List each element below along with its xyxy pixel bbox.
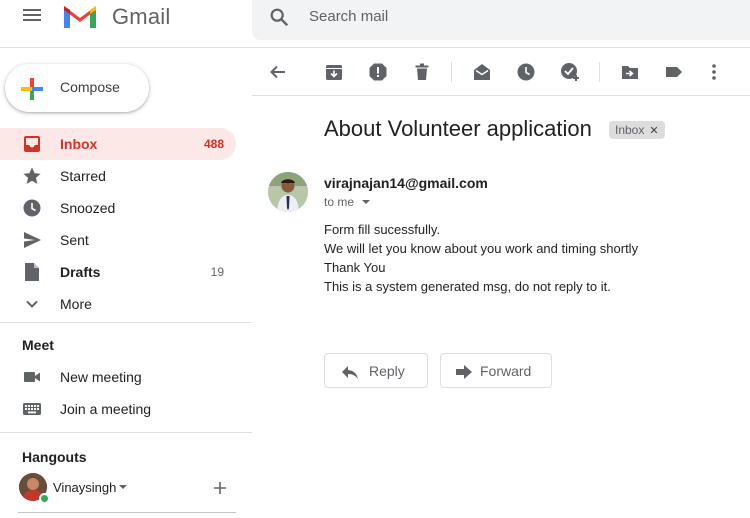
more-vert-icon[interactable] (704, 62, 724, 82)
reply-icon (342, 366, 358, 379)
message-toolbar (252, 48, 750, 96)
sidebar-item-drafts[interactable]: Drafts 19 (0, 256, 236, 288)
message-subject: About Volunteer application (324, 116, 592, 141)
inbox-icon (24, 136, 40, 152)
search-icon[interactable] (268, 6, 290, 28)
message-body-line: Form fill sucessfully. (324, 222, 441, 237)
sidebar-item-sent[interactable]: Sent (0, 224, 236, 256)
divider (0, 322, 252, 323)
add-to-tasks-icon[interactable] (560, 62, 580, 82)
online-status-dot (39, 493, 50, 504)
draft-count: 19 (210, 265, 224, 279)
chevron-down-icon (26, 300, 38, 308)
reply-button[interactable]: Reply (324, 353, 428, 388)
hangouts-section-title: Hangouts (22, 449, 87, 465)
mark-unread-icon[interactable] (472, 62, 492, 82)
message-body-line: We will let you know about you work and … (324, 241, 639, 256)
video-camera-icon (24, 372, 40, 382)
sidebar-item-label: Sent (60, 232, 89, 248)
message-body-line: Thank You (324, 260, 386, 275)
unread-count: 488 (203, 137, 224, 151)
meet-new-meeting[interactable]: New meeting (0, 361, 236, 393)
move-to-icon[interactable] (620, 62, 640, 82)
snooze-clock-icon[interactable] (516, 62, 536, 82)
reply-label: Reply (369, 363, 405, 379)
hangouts-user-name[interactable]: Vinaysingh (53, 480, 116, 495)
sidebar-item-label: More (60, 296, 92, 312)
sidebar-item-label: Snoozed (60, 200, 116, 216)
sidebar-item-label: Starred (60, 168, 106, 184)
label-icon[interactable] (664, 62, 684, 82)
main-menu-icon[interactable] (20, 6, 44, 26)
meet-item-label: Join a meeting (60, 401, 152, 417)
compose-button[interactable]: Compose (5, 64, 149, 112)
meet-section-title: Meet (22, 337, 54, 353)
send-icon (24, 232, 41, 248)
clock-icon (23, 199, 41, 217)
search-input[interactable]: Search mail (309, 8, 388, 25)
forward-icon (456, 365, 472, 379)
gmail-logo-icon[interactable] (62, 2, 98, 30)
sender-avatar[interactable] (268, 172, 308, 212)
forward-button[interactable]: Forward (440, 353, 552, 388)
sidebar-item-label: Inbox (60, 136, 98, 152)
compose-label: Compose (60, 79, 120, 95)
delete-icon[interactable] (412, 62, 432, 82)
divider (0, 432, 252, 433)
divider (18, 512, 236, 513)
meet-item-label: New meeting (60, 369, 142, 385)
recipient-summary[interactable]: to me (324, 195, 354, 209)
back-arrow-icon[interactable] (268, 62, 288, 82)
sidebar-item-starred[interactable]: Starred (0, 160, 236, 192)
sender-email[interactable]: virajnajan14@gmail.com (324, 175, 488, 191)
app-name: Gmail (112, 4, 171, 29)
label-chip-text: Inbox (615, 123, 645, 137)
plus-icon (21, 78, 43, 100)
sidebar-item-inbox[interactable]: Inbox 488 (0, 128, 236, 160)
sidebar-item-more[interactable]: More (0, 288, 236, 320)
draft-file-icon (25, 263, 39, 281)
forward-label: Forward (480, 363, 532, 379)
show-details-caret-icon[interactable] (362, 200, 370, 204)
toolbar-divider (451, 62, 452, 82)
keyboard-icon (23, 403, 41, 415)
archive-icon[interactable] (324, 62, 344, 82)
caret-down-icon[interactable] (119, 485, 127, 489)
sidebar-item-snoozed[interactable]: Snoozed (0, 192, 236, 224)
toolbar-divider (599, 62, 600, 82)
inbox-label-chip[interactable]: Inbox ✕ (609, 121, 665, 139)
add-icon[interactable] (212, 480, 228, 496)
sidebar-item-label: Drafts (60, 264, 101, 280)
report-spam-icon[interactable] (368, 62, 388, 82)
meet-join-meeting[interactable]: Join a meeting (0, 393, 236, 425)
star-icon (23, 167, 41, 184)
remove-label-icon[interactable]: ✕ (649, 125, 658, 137)
message-body-line: This is a system generated msg, do not r… (324, 279, 611, 294)
